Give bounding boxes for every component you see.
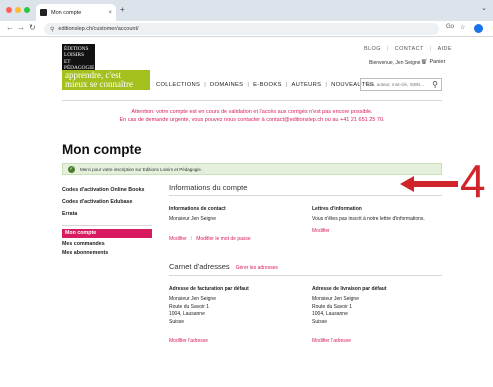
annotation-number: 4 [460,155,486,207]
address-book-title: Carnet d'adresses [169,262,230,271]
address-line: Suisse [312,318,328,325]
notice-text: Merci pour votre inscription sur Edition… [80,166,203,172]
alert-line: Attention: votre compte est en cours de … [131,109,373,115]
utility-links: BLOG | CONTACT | AIDE [364,46,452,52]
address-line: Monsieur Jen Seigne [312,296,359,302]
address-bar[interactable]: ⚲ editionslep.ch/customer/account/ [44,23,439,35]
logo-publisher-block: ÉDITIONS LOISIRS ET PÉDAGOGIE [62,44,95,71]
account-sidebar-secondary: Mon compte Mes commandes Mes abonnements [62,225,152,258]
address-line: Route du Savoir 1 [312,303,353,310]
shipping-address: Monsieur Jen Seigne Route du Savoir 1 10… [312,296,359,326]
favicon-icon [40,9,47,16]
billing-address-heading: Adresse de facturation par défaut [169,286,249,292]
blog-link[interactable]: BLOG [364,46,381,52]
edit-shipping-address-link[interactable]: Modifier l'adresse [312,338,351,344]
profile-avatar[interactable] [474,24,483,33]
newsletter-status: Vous n'êtes pas inscrit à notre lettre d… [312,216,425,222]
edit-newsletter-link[interactable]: Modifier [312,228,330,234]
help-link[interactable]: AIDE [438,46,452,52]
sidebar-item-edubase-codes[interactable]: Codes d'activation Edubase [62,196,152,208]
sidebar-item-my-subscriptions[interactable]: Mes abonnements [62,249,152,258]
nav-collections[interactable]: COLLECTIONS [156,82,200,88]
sidebar-item-my-account[interactable]: Mon compte [62,229,152,238]
new-tab-button[interactable]: + [120,5,125,14]
cart-link[interactable]: 🛒︎ Panier [421,59,445,65]
annotation-arrow-icon [400,176,458,192]
contact-actions: Modifier / Modifier le mot de passe [169,236,251,242]
tab-list-chevron-icon[interactable]: ⌄ [481,4,487,12]
alert-line: En cas de demande urgente, vous pouvez n… [119,117,385,123]
account-menu[interactable]: Bienvenue, Jen Seigne ⌄ [369,60,426,66]
address-line: 1004, Lausanne [169,311,205,317]
minimize-window-button[interactable] [15,7,21,13]
site-logo[interactable]: ÉDITIONS LOISIRS ET PÉDAGOGIE apprendre,… [62,44,150,92]
manage-addresses-link[interactable]: Gérer les adresses [236,265,278,271]
contact-heading: Informations de contact [169,206,226,212]
account-sidebar: Codes d'activation Online Books Codes d'… [62,184,152,220]
divider: | [247,82,250,88]
edit-billing-address-link[interactable]: Modifier l'adresse [169,338,208,344]
divider: | [285,82,288,88]
address-line: Route du Savoir 1 [169,303,210,310]
newsletter-heading: Lettres d'information [312,206,362,212]
welcome-text: Bienvenue, Jen Seigne [369,60,421,66]
divider: | [325,82,328,88]
tab-close-icon[interactable]: × [108,10,112,16]
search-icon[interactable]: ⚲ [432,80,438,89]
cart-label: Panier [429,59,446,65]
back-arrow-icon[interactable]: ← [6,23,14,32]
logo-tagline: mieux se connaître [65,79,133,89]
maximize-window-button[interactable] [24,7,30,13]
sidebar-item-online-books-codes[interactable]: Codes d'activation Online Books [62,184,152,196]
forward-arrow-icon[interactable]: → [17,23,25,32]
nav-authors[interactable]: AUTEURS [292,82,322,88]
section-divider [169,195,442,196]
site-info-icon[interactable]: ⚲ [50,26,54,33]
main-navigation: COLLECTIONS | DOMAINES | E-BOOKS | AUTEU… [156,82,374,88]
contact-link[interactable]: CONTACT [395,46,424,52]
cart-icon: 🛒︎ [421,59,428,65]
shipping-address-heading: Adresse de livraison par défaut [312,286,387,292]
close-window-button[interactable] [6,7,12,13]
sidebar-item-errata[interactable]: Errata [62,208,152,220]
bookmark-star-icon[interactable]: ☆ [460,24,465,31]
edit-contact-link[interactable]: Modifier [169,236,187,242]
address-line: Monsieur Jen Seigne [169,296,216,302]
section-divider [169,275,442,276]
divider: | [386,46,389,52]
divider: / [190,236,193,242]
reload-icon[interactable]: ↻ [29,23,36,32]
window-controls [6,7,30,13]
browser-toolbar: ← → ↻ ⚲ editionslep.ch/customer/account/… [0,21,493,37]
divider: | [429,46,432,52]
translate-indicator[interactable]: Go [446,24,454,30]
billing-address: Monsieur Jen Seigne Route du Savoir 1 10… [169,296,216,326]
address-line: 1004, Lausanne [312,311,348,317]
browser-tab-active[interactable]: Mon compte × [36,4,116,21]
nav-ebooks[interactable]: E-BOOKS [253,82,282,88]
change-password-link[interactable]: Modifier le mot de passe [196,236,250,242]
address-line: Suisse [169,318,185,325]
validation-alert: Attention: votre compte est en cours de … [62,108,442,124]
browser-tab-bar: Mon compte × + ⌄ [0,0,493,21]
address-book-heading: Carnet d'adresses Gérer les adresses [169,262,278,271]
contact-name: Monsieur Jen Seigne [169,216,216,222]
sidebar-item-my-orders[interactable]: Mes commandes [62,240,152,249]
nav-domains[interactable]: DOMAINES [210,82,243,88]
check-icon: ✓ [68,165,75,173]
tab-title: Mon compte [51,9,82,16]
url-text: editionslep.ch/customer/account/ [58,26,139,32]
divider: | [204,82,207,88]
header-divider [62,100,442,101]
account-info-title: Informations du compte [169,183,248,192]
search-box: ⚲ [360,78,442,91]
page-title: Mon compte [62,142,142,157]
search-input[interactable] [365,82,425,87]
success-notice: ✓ Merci pour votre inscription sur Editi… [62,163,442,175]
logo-tagline-block: apprendre, c'est mieux se connaître [62,70,150,90]
